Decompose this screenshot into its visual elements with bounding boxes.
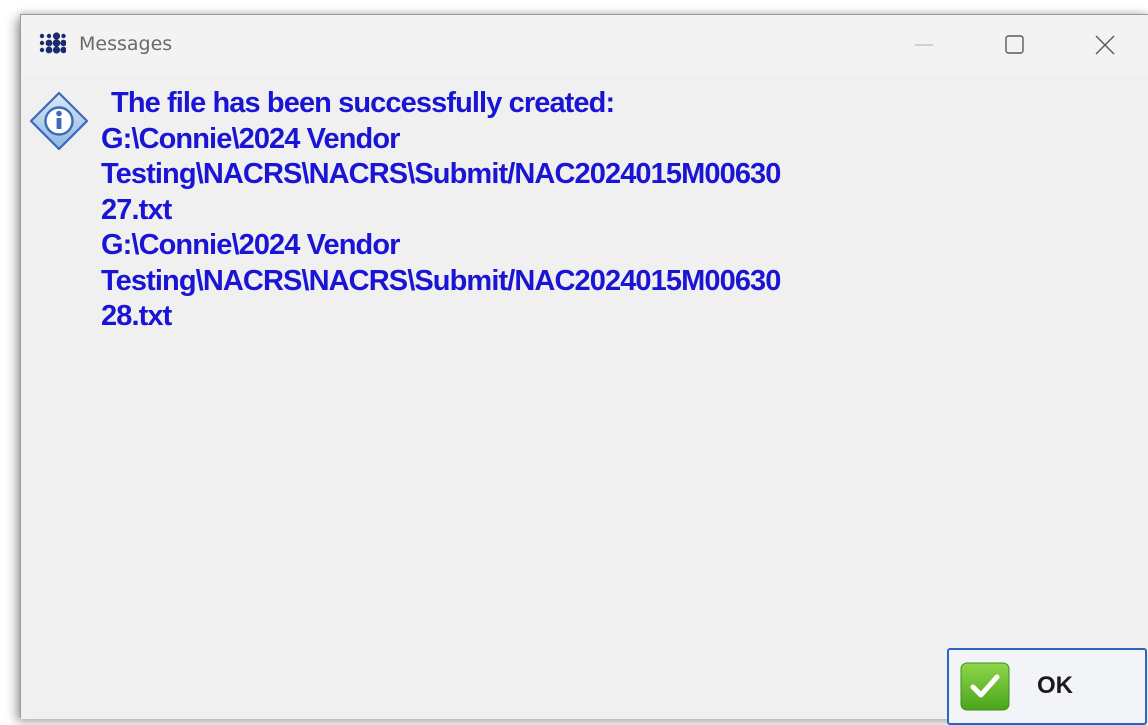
maximize-button[interactable]	[991, 23, 1037, 67]
minimize-icon	[915, 44, 933, 46]
message-text: The file has been successfully created: …	[101, 86, 961, 335]
close-icon	[1095, 35, 1115, 55]
message-line: Testing\NACRS\NACRS\Submit/NAC2024015M00…	[101, 264, 781, 297]
ok-button[interactable]: OK	[947, 648, 1147, 725]
message-line: 27.txt	[101, 193, 172, 226]
dialog-body: The file has been successfully created: …	[21, 75, 1148, 725]
message-line: Testing\NACRS\NACRS\Submit/NAC2024015M00…	[101, 158, 781, 190]
message-line: G:\Connie\2024 Vendor	[101, 229, 400, 261]
maximize-icon	[1005, 35, 1024, 54]
info-icon	[29, 91, 89, 151]
message-line: The file has been successfully created:	[111, 87, 615, 119]
messages-dialog: Messages The file has been successfully …	[20, 14, 1148, 725]
title-bar[interactable]: Messages	[21, 15, 1148, 75]
message-line: G:\Connie\2024 Vendor	[101, 122, 400, 155]
message-line: 28.txt	[101, 300, 172, 332]
window-title: Messages	[79, 33, 173, 55]
ok-button-label: OK	[1037, 672, 1073, 699]
close-button[interactable]	[1081, 23, 1127, 67]
minimize-button[interactable]	[901, 23, 947, 67]
grid-dots-icon[interactable]	[38, 32, 67, 54]
checkmark-icon	[960, 662, 1010, 711]
